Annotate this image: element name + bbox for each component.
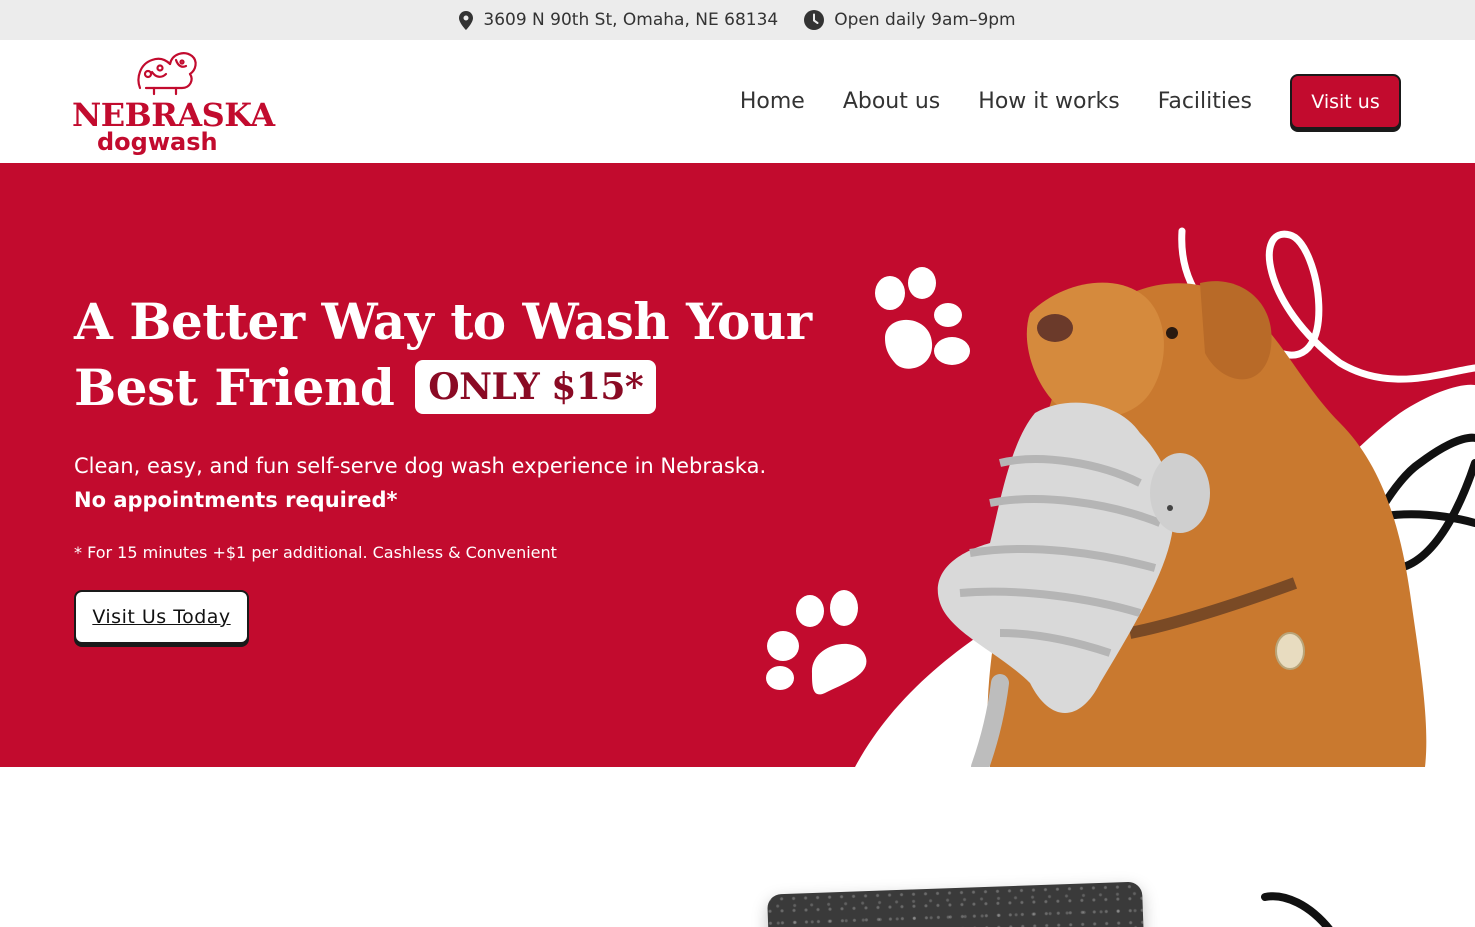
- nav-about-us[interactable]: About us: [843, 89, 940, 114]
- hero-lead-text: Clean, easy, and fun self-serve dog wash…: [74, 454, 767, 478]
- main-nav: Home About us How it works Facilities Vi…: [740, 74, 1401, 129]
- hours-text: Open daily 9am–9pm: [834, 10, 1016, 30]
- hours-item: Open daily 9am–9pm: [804, 10, 1016, 30]
- dog-photo: [937, 281, 1427, 767]
- top-info-bar: 3609 N 90th St, Omaha, NE 68134 Open dai…: [0, 0, 1475, 40]
- hero-note: * For 15 minutes +$1 per additional. Cas…: [74, 543, 557, 562]
- visit-us-today-button[interactable]: Visit Us Today: [74, 590, 249, 644]
- nav-home[interactable]: Home: [740, 89, 805, 114]
- paw-print-icon: [875, 267, 970, 369]
- hero-section: A Better Way to Wash Your Best Friend ON…: [0, 163, 1475, 767]
- location-pin-icon: [459, 10, 474, 30]
- dog-mascot-icon: [137, 52, 197, 96]
- paw-print-icon: [766, 590, 867, 695]
- hero-illustration: [766, 227, 1475, 767]
- nav-how-it-works[interactable]: How it works: [978, 89, 1119, 114]
- hero-lead-bold: No appointments required*: [74, 488, 398, 512]
- address-item: 3609 N 90th St, Omaha, NE 68134: [459, 10, 778, 30]
- clock-icon: [804, 10, 825, 30]
- brand-name-line2: dogwash: [97, 128, 218, 156]
- visit-us-button[interactable]: Visit us: [1290, 74, 1401, 129]
- facility-photo: [767, 881, 1144, 927]
- price-badge: ONLY $15*: [415, 360, 657, 414]
- hero-lead: Clean, easy, and fun self-serve dog wash…: [74, 449, 794, 517]
- address-text: 3609 N 90th St, Omaha, NE 68134: [483, 10, 779, 30]
- site-header: NEBRASKA dogwash Home About us How it wo…: [0, 40, 1475, 163]
- brand-logo[interactable]: NEBRASKA dogwash: [72, 48, 275, 156]
- nav-facilities[interactable]: Facilities: [1158, 89, 1252, 114]
- decorative-curve: [1261, 892, 1333, 927]
